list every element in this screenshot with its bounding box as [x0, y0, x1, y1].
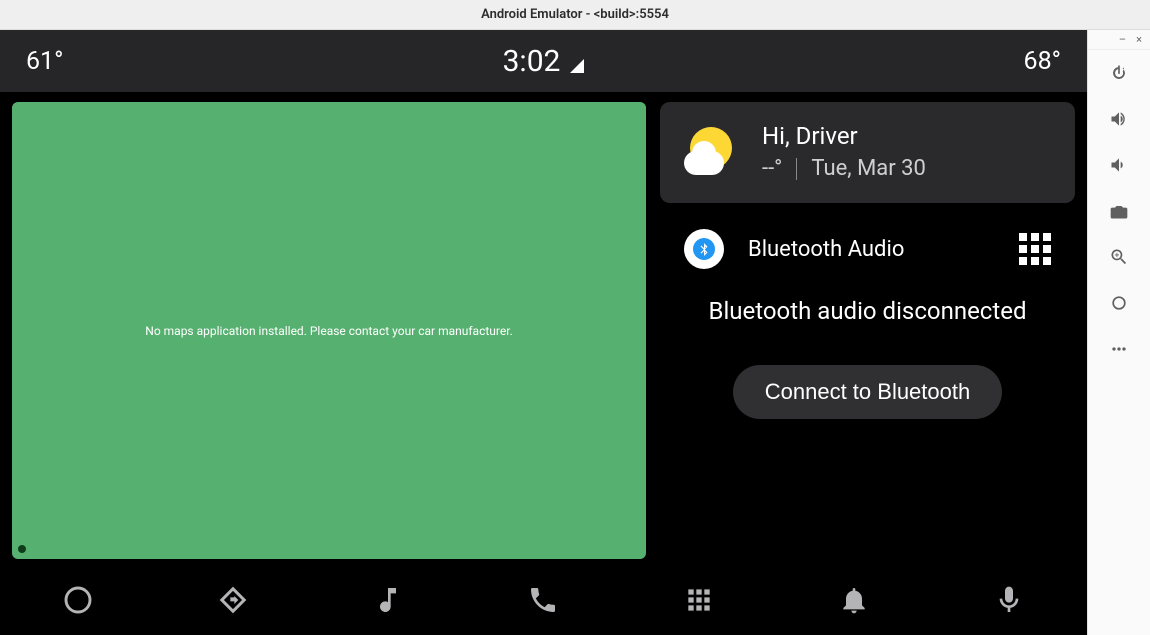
nav-music-button[interactable]: [366, 578, 410, 622]
tool-volume-up-button[interactable]: [1088, 96, 1150, 142]
nav-mic-button[interactable]: [987, 578, 1031, 622]
driver-greeting: Hi, Driver: [762, 122, 926, 150]
tool-camera-button[interactable]: [1088, 188, 1150, 234]
tool-volume-down-button[interactable]: [1088, 142, 1150, 188]
bottom-nav: [0, 565, 1087, 635]
maps-empty-text: No maps application installed. Please co…: [145, 324, 512, 338]
window-close-button[interactable]: ×: [1136, 33, 1142, 46]
maps-indicator-dot: [18, 545, 26, 553]
status-clock: 3:02: [503, 44, 585, 79]
driver-card[interactable]: Hi, Driver --° Tue, Mar 30: [660, 102, 1075, 203]
nav-notifications-button[interactable]: [832, 578, 876, 622]
driver-date: Tue, Mar 30: [811, 156, 926, 181]
bluetooth-status: Bluetooth audio disconnected: [684, 297, 1051, 325]
status-temp-left[interactable]: 61°: [26, 47, 63, 76]
bluetooth-icon: [684, 229, 724, 269]
tool-back-button[interactable]: [1088, 280, 1150, 326]
divider: [796, 158, 797, 180]
apps-grid-icon[interactable]: [1019, 233, 1051, 265]
tool-zoom-in-button[interactable]: [1088, 234, 1150, 280]
nav-phone-button[interactable]: [521, 578, 565, 622]
connect-bluetooth-button[interactable]: Connect to Bluetooth: [733, 365, 1002, 419]
device-screen: 61° 3:02 68° No maps application install…: [0, 30, 1087, 635]
maps-panel[interactable]: No maps application installed. Please co…: [12, 102, 646, 559]
nav-apps-button[interactable]: [677, 578, 721, 622]
emulator-titlebar: Android Emulator - <build>:5554: [0, 0, 1150, 30]
tool-power-button[interactable]: [1088, 50, 1150, 96]
clock-text: 3:02: [503, 44, 561, 79]
bluetooth-card: Bluetooth Audio Bluetooth audio disconne…: [660, 213, 1075, 559]
bluetooth-title: Bluetooth Audio: [748, 237, 904, 262]
tool-more-button[interactable]: [1088, 326, 1150, 372]
signal-icon: [570, 59, 584, 73]
emulator-side-toolbar: – ×: [1087, 30, 1150, 635]
status-bar: 61° 3:02 68°: [0, 30, 1087, 92]
status-temp-right[interactable]: 68°: [1024, 47, 1061, 76]
weather-icon: [684, 127, 734, 177]
window-title: Android Emulator - <build>:5554: [481, 7, 669, 22]
window-minimize-button[interactable]: –: [1119, 33, 1126, 46]
nav-directions-button[interactable]: [211, 578, 255, 622]
driver-temp: --°: [762, 156, 782, 181]
nav-home-button[interactable]: [56, 578, 100, 622]
